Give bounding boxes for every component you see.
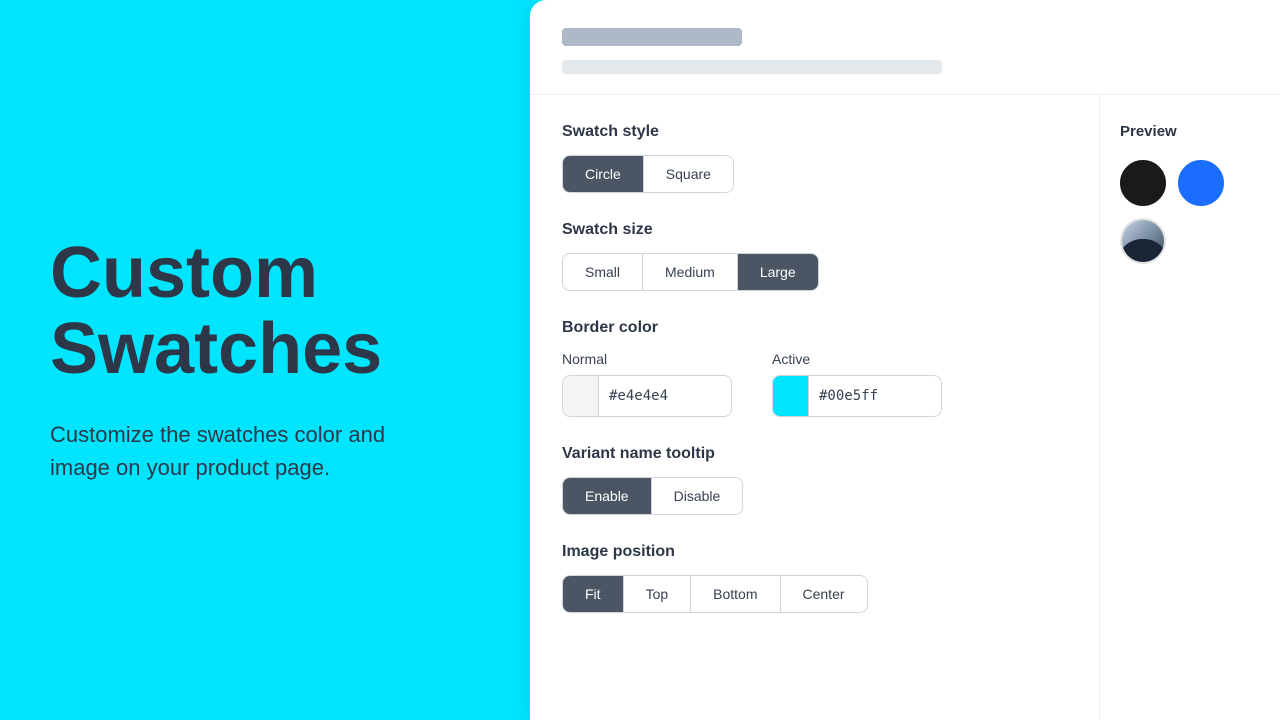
image-position-center-button[interactable]: Center <box>781 576 867 612</box>
variant-tooltip-section: Variant name tooltip Enable Disable <box>562 445 1067 515</box>
border-color-normal-label: Normal <box>562 351 732 367</box>
swatch-size-section: Swatch size Small Medium Large <box>562 221 1067 291</box>
border-color-active-value: #00e5ff <box>809 388 888 404</box>
variant-tooltip-disable-button[interactable]: Disable <box>652 478 743 514</box>
border-color-row: Normal #e4e4e4 Active #00e5ff <box>562 351 1067 417</box>
image-position-title: Image position <box>562 543 1067 561</box>
headline: Custom Swatches <box>50 236 480 387</box>
headline-line1: Custom <box>50 236 480 312</box>
border-color-normal-group: Normal #e4e4e4 <box>562 351 732 417</box>
swatch-size-group: Small Medium Large <box>562 253 819 291</box>
preview-title: Preview <box>1120 123 1260 140</box>
preview-swatches <box>1120 160 1260 264</box>
border-color-active-group: Active #00e5ff <box>772 351 942 417</box>
swatch-size-medium-button[interactable]: Medium <box>643 254 738 290</box>
right-panel: Swatch style Circle Square Swatch size S… <box>530 0 1280 720</box>
variant-tooltip-title: Variant name tooltip <box>562 445 1067 463</box>
border-color-normal-input[interactable]: #e4e4e4 <box>562 375 732 417</box>
left-panel: Custom Swatches Customize the swatches c… <box>0 0 530 720</box>
image-position-group: Fit Top Bottom Center <box>562 575 868 613</box>
image-position-bottom-button[interactable]: Bottom <box>691 576 780 612</box>
image-position-section: Image position Fit Top Bottom Center <box>562 543 1067 613</box>
settings-card: Swatch style Circle Square Swatch size S… <box>530 0 1280 720</box>
swatch-size-large-button[interactable]: Large <box>738 254 818 290</box>
swatch-style-square-button[interactable]: Square <box>644 156 733 192</box>
description: Customize the swatches color and image o… <box>50 418 430 484</box>
border-color-normal-swatch <box>563 376 599 416</box>
skeleton-subtitle-bar <box>562 60 942 74</box>
border-color-title: Border color <box>562 319 1067 337</box>
border-color-section: Border color Normal #e4e4e4 Active <box>562 319 1067 417</box>
variant-tooltip-enable-button[interactable]: Enable <box>563 478 652 514</box>
image-position-top-button[interactable]: Top <box>624 576 692 612</box>
swatch-size-small-button[interactable]: Small <box>563 254 643 290</box>
swatch-style-title: Swatch style <box>562 123 1067 141</box>
image-position-fit-button[interactable]: Fit <box>563 576 624 612</box>
swatch-size-title: Swatch size <box>562 221 1067 239</box>
border-color-active-label: Active <box>772 351 942 367</box>
variant-tooltip-group: Enable Disable <box>562 477 743 515</box>
preview-swatch-black <box>1120 160 1166 206</box>
card-header <box>530 0 1280 95</box>
headline-line2: Swatches <box>50 312 480 388</box>
settings-panel: Swatch style Circle Square Swatch size S… <box>530 95 1100 720</box>
card-body: Swatch style Circle Square Swatch size S… <box>530 95 1280 720</box>
border-color-normal-value: #e4e4e4 <box>599 388 678 404</box>
border-color-active-swatch <box>773 376 809 416</box>
swatch-style-section: Swatch style Circle Square <box>562 123 1067 193</box>
preview-swatch-blue <box>1178 160 1224 206</box>
swatch-style-circle-button[interactable]: Circle <box>563 156 644 192</box>
skeleton-title-bar <box>562 28 742 46</box>
swatch-style-group: Circle Square <box>562 155 734 193</box>
preview-swatch-image <box>1120 218 1166 264</box>
border-color-active-input[interactable]: #00e5ff <box>772 375 942 417</box>
preview-panel: Preview <box>1100 95 1280 720</box>
